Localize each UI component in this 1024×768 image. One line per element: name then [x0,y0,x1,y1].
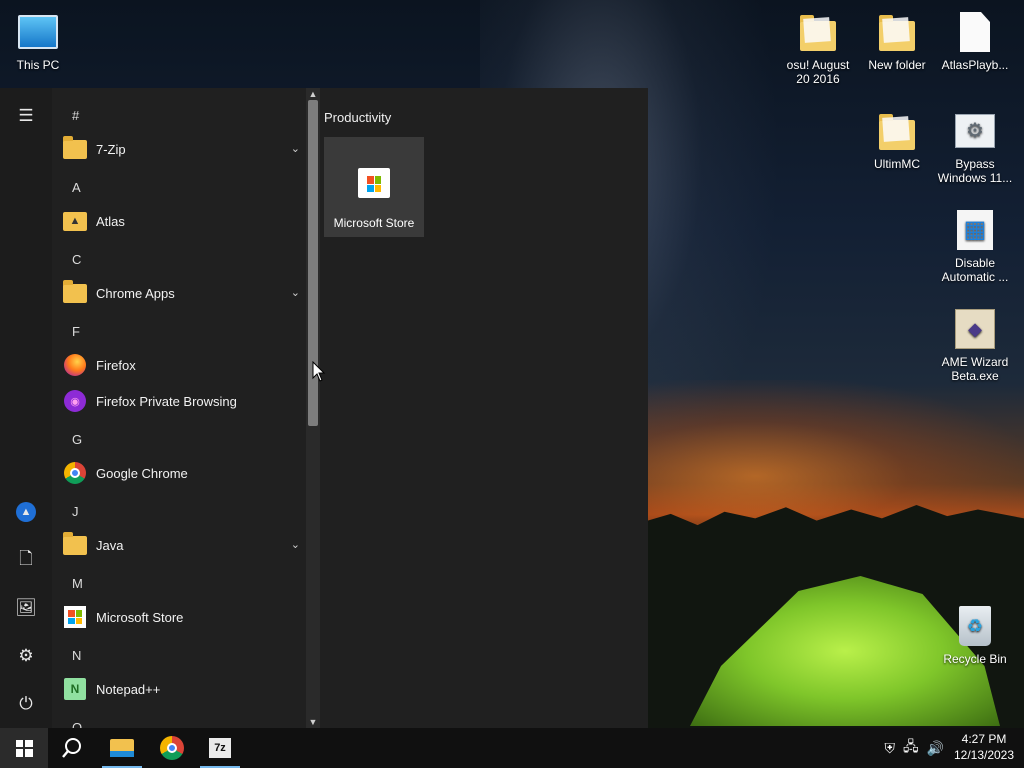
folder-icon [879,114,915,150]
security-alert-icon[interactable]: ⛨ [884,740,895,757]
network-icon[interactable]: 🖧 [903,736,919,760]
app-item-atlas[interactable]: ▲ Atlas [52,203,306,239]
start-rail: ☰ ▲ 🗋 🖼 ⚙ ⏻ [0,88,52,728]
chevron-down-icon[interactable]: ⌄ [291,142,300,155]
taskbar-google-chrome[interactable] [148,728,196,768]
windows-logo-icon [15,739,33,757]
folder-icon [879,15,915,51]
clock-time: 4:27 PM [961,732,1007,746]
app-list: # 7-Zip ⌄ A ▲ Atlas C Chrome Apps ⌄ F Fi… [52,88,306,728]
section-header-a[interactable]: A [72,180,81,195]
scroll-up-arrow-icon[interactable]: ▲ [306,88,320,100]
app-item-firefox[interactable]: Firefox [52,347,306,383]
section-header-j[interactable]: J [72,504,79,519]
computer-icon [18,15,58,49]
app-item-microsoft-store[interactable]: Microsoft Store [52,599,306,635]
desktop-icon-osu-folder[interactable]: osu! August 20 2016 [780,10,856,86]
section-header-f[interactable]: F [72,324,80,339]
app-item-7zip[interactable]: 7-Zip ⌄ [52,131,306,167]
firefox-private-icon: ◉ [64,390,86,412]
folder-icon [63,531,87,555]
desktop-icon-new-folder[interactable]: New folder [859,10,935,72]
search-icon [62,738,81,758]
app-item-firefox-private[interactable]: ◉ Firefox Private Browsing [52,383,306,419]
app-list-scrollbar[interactable]: ▲ ▼ [306,88,320,728]
scroll-down-arrow-icon[interactable]: ▼ [306,716,320,728]
system-tray: ⛨ 🖧 🔊 [884,728,944,768]
desktop-icon-atlas-playbook[interactable]: AtlasPlayb... [937,10,1013,72]
taskbar: 7z ⛨ 🖧 🔊 4:27 PM 12/13/2023 [0,728,1024,768]
file-icon [960,12,990,52]
start-menu: ☰ ▲ 🗋 🖼 ⚙ ⏻ # 7-Zip ⌄ A ▲ Atlas C Chrome… [0,88,648,728]
section-header-hash[interactable]: # [72,108,79,123]
microsoft-store-icon [64,606,86,628]
section-header-n[interactable]: N [72,648,81,663]
app-item-chrome-apps[interactable]: Chrome Apps ⌄ [52,275,306,311]
settings-script-icon: ⚙ [955,114,995,148]
volume-icon[interactable]: 🔊 [927,740,944,757]
firefox-icon [64,354,86,376]
registry-file-icon: ▦ [957,210,993,250]
section-header-m[interactable]: M [72,576,83,591]
mouse-cursor-icon [312,361,326,382]
power-icon[interactable]: ⏻ [0,684,52,724]
settings-gear-icon[interactable]: ⚙ [0,636,52,676]
desktop-icon-this-pc[interactable]: This PC [0,10,76,72]
desktop-icon-recycle-bin[interactable]: ♻ Recycle Bin [937,604,1013,666]
recycle-bin-icon: ♻ [959,606,991,646]
desktop-icon-ame-wizard[interactable]: ◆ AME Wizard Beta.exe [937,307,1013,383]
desktop-icon-bypass[interactable]: ⚙ Bypass Windows 11... [937,109,1013,185]
taskbar-clock[interactable]: 4:27 PM 12/13/2023 [952,731,1016,763]
tile-microsoft-store[interactable]: Microsoft Store [324,137,424,237]
notepad-plus-plus-icon: N [64,678,86,700]
atlas-folder-icon: ▲ [63,211,87,231]
search-button[interactable] [48,728,96,768]
app-item-google-chrome[interactable]: Google Chrome [52,455,306,491]
taskbar-7zip[interactable]: 7z [196,728,244,768]
file-explorer-icon [110,739,134,757]
chrome-icon [64,462,86,484]
app-item-notepad-plus-plus[interactable]: N Notepad++ [52,671,306,707]
7zip-icon: 7z [209,738,231,758]
desktop-icon-ultimmc[interactable]: UltimMC [859,109,935,171]
section-header-o[interactable]: O [72,720,82,728]
folder-icon [63,279,87,303]
folder-icon [800,15,836,51]
folder-icon [63,135,87,159]
clock-date: 12/13/2023 [953,748,1015,762]
chevron-down-icon[interactable]: ⌄ [291,538,300,551]
user-account-icon[interactable]: ▲ [0,492,52,532]
taskbar-file-explorer[interactable] [98,728,146,768]
hamburger-menu-icon[interactable]: ☰ [0,96,52,136]
section-header-g[interactable]: G [72,432,82,447]
installer-icon: ◆ [955,309,995,349]
pictures-icon[interactable]: 🖼 [0,588,52,628]
store-bag-icon [358,168,390,198]
documents-icon[interactable]: 🗋 [0,540,52,580]
desktop-icon-disable-automatic[interactable]: ▦ Disable Automatic ... [937,208,1013,284]
section-header-c[interactable]: C [72,252,81,267]
app-item-java[interactable]: Java ⌄ [52,527,306,563]
start-button[interactable] [0,728,48,768]
tile-group-title[interactable]: Productivity [324,110,391,125]
chevron-down-icon[interactable]: ⌄ [291,286,300,299]
chrome-icon [160,736,184,760]
